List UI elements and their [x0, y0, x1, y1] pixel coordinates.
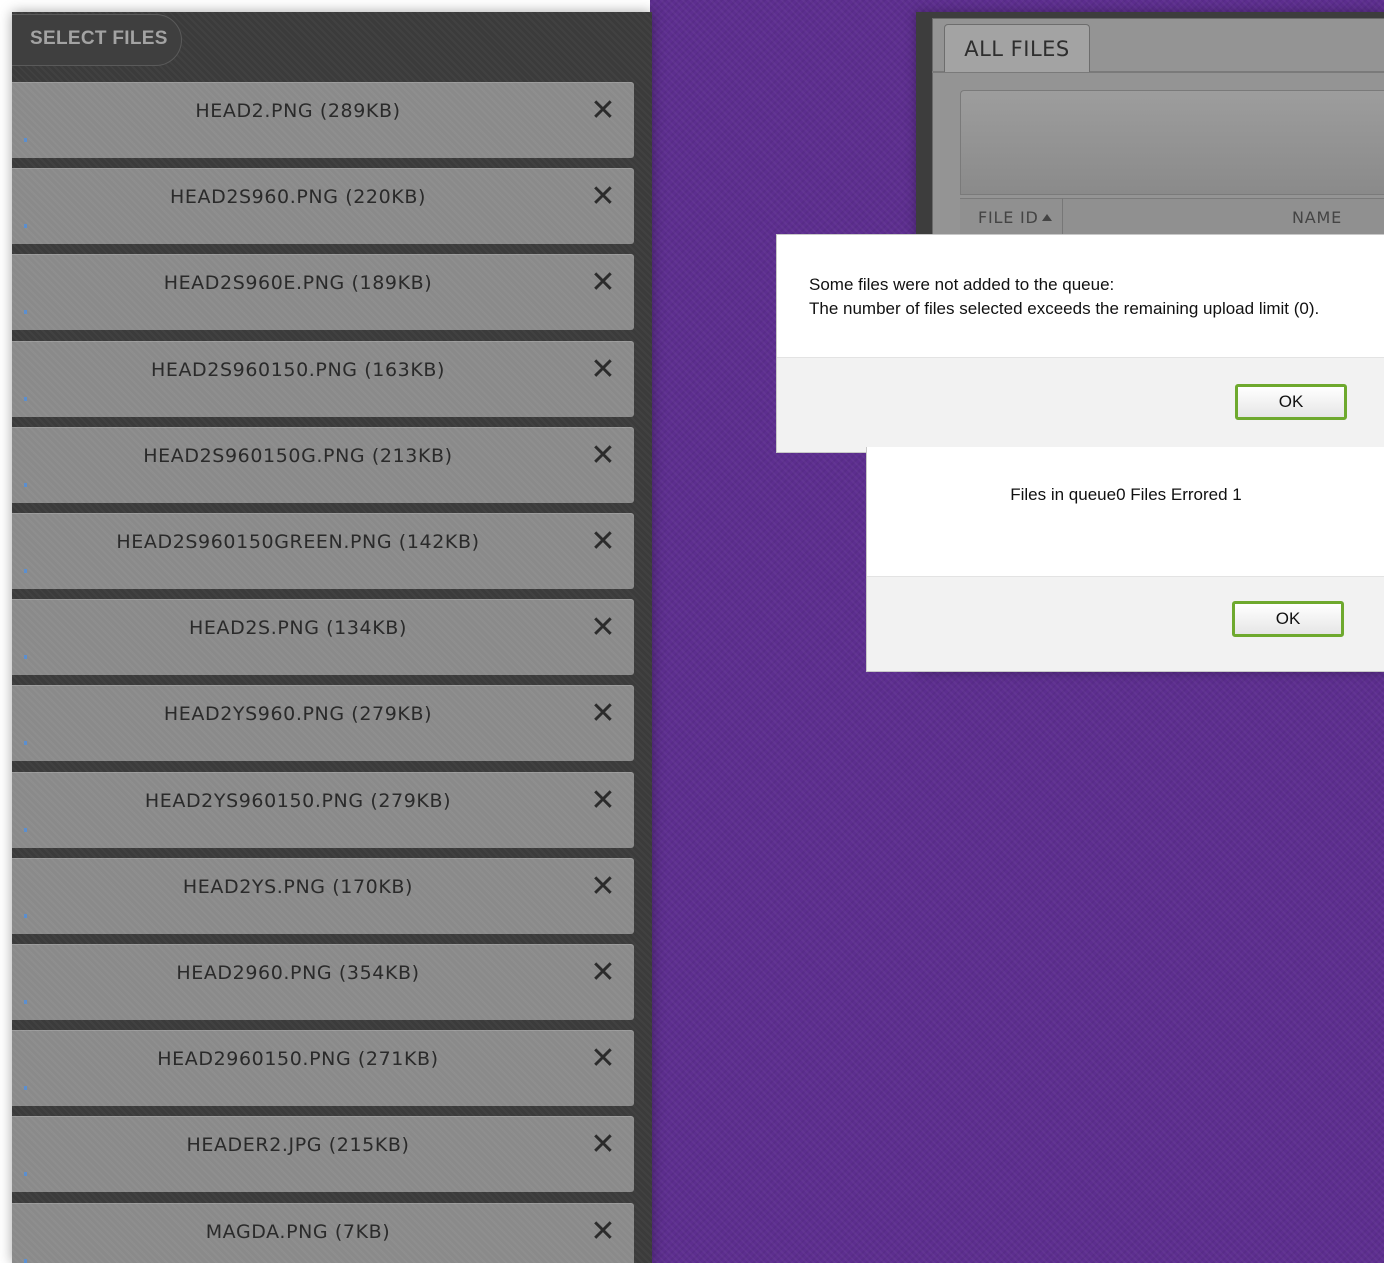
queue-summary-dialog: Files in queue0 Files Errored 1 OK: [866, 447, 1384, 672]
file-row: HEAD2S960E.PNG (189KB) ✕: [12, 254, 634, 330]
file-row: MAGDA.PNG (7KB) ✕: [12, 1203, 634, 1263]
grid-toolbar: [960, 90, 1384, 195]
file-name: HEAD2YS960150.PNG (279KB): [144, 790, 452, 812]
file-row: HEAD2YS960150.PNG (279KB) ✕: [12, 772, 634, 848]
file-name: HEAD2960.PNG (354KB): [176, 962, 420, 984]
file-row: HEAD2S960150GREEN.PNG (142KB) ✕: [12, 513, 634, 589]
file-progress-bar: [24, 1172, 27, 1176]
remove-file-icon[interactable]: ✕: [588, 1130, 618, 1160]
remove-file-icon[interactable]: ✕: [588, 355, 618, 385]
file-progress-bar: [24, 397, 27, 401]
file-name: HEAD2YS960.PNG (279KB): [163, 703, 433, 725]
file-name: HEAD2S960150G.PNG (213KB): [143, 445, 453, 467]
column-header-name[interactable]: NAME: [1292, 208, 1342, 227]
file-row: HEAD2S960150.PNG (163KB) ✕: [12, 341, 634, 417]
file-progress-bar: [24, 828, 27, 832]
remove-file-icon[interactable]: ✕: [588, 441, 618, 471]
file-progress-bar: [24, 138, 27, 142]
file-name: HEAD2S960.PNG (220KB): [170, 186, 426, 208]
dialog-message-line-1: Some files were not added to the queue:: [809, 275, 1115, 294]
remove-file-icon[interactable]: ✕: [588, 699, 618, 729]
file-row: HEAD2S960150G.PNG (213KB) ✕: [12, 427, 634, 503]
file-row: HEAD2.PNG (289KB) ✕: [12, 82, 634, 158]
dialog-message-line-2: The number of files selected exceeds the…: [809, 299, 1320, 318]
select-files-label: SELECT FILES: [30, 28, 168, 49]
file-row: HEAD2S.PNG (134KB) ✕: [12, 599, 634, 675]
remove-file-icon[interactable]: ✕: [588, 872, 618, 902]
column-header-file-id[interactable]: FILE ID: [978, 208, 1039, 227]
remove-file-icon[interactable]: ✕: [588, 1044, 618, 1074]
file-row: HEAD2960.PNG (354KB) ✕: [12, 944, 634, 1020]
file-progress-bar: [24, 310, 27, 314]
screenshot-stage: SELECT FILES HEAD2.PNG (289KB) ✕ HEAD2S960…: [0, 0, 1384, 1263]
file-row: HEAD2960150.PNG (271KB) ✕: [12, 1030, 634, 1106]
file-name: HEAD2S960150GREEN.PNG (142KB): [116, 531, 480, 553]
file-progress-bar: [24, 741, 27, 745]
file-progress-bar: [24, 483, 27, 487]
tab-all-files[interactable]: ALL FILES: [944, 24, 1090, 72]
column-divider[interactable]: [1062, 198, 1063, 234]
remove-file-icon[interactable]: ✕: [588, 1217, 618, 1247]
file-progress-bar: [24, 914, 27, 918]
remove-file-icon[interactable]: ✕: [588, 613, 618, 643]
remove-file-icon[interactable]: ✕: [588, 527, 618, 557]
ok-button[interactable]: OK: [1235, 384, 1347, 420]
file-name: HEAD2960150.PNG (271KB): [157, 1048, 439, 1070]
ok-button[interactable]: OK: [1232, 601, 1344, 637]
file-progress-bar: [24, 655, 27, 659]
file-progress-bar: [24, 224, 27, 228]
file-name: HEAD2S960E.PNG (189KB): [163, 272, 433, 294]
file-name: HEAD2YS.PNG (170KB): [182, 876, 414, 898]
file-name: HEAD2.PNG (289KB): [195, 100, 401, 122]
file-progress-bar: [24, 1086, 27, 1090]
file-row: HEAD2YS.PNG (170KB) ✕: [12, 858, 634, 934]
remove-file-icon[interactable]: ✕: [588, 268, 618, 298]
remove-file-icon[interactable]: ✕: [588, 958, 618, 988]
dialog-message: Files in queue0 Files Errored 1: [1010, 485, 1242, 504]
file-row: HEADER2.JPG (215KB) ✕: [12, 1116, 634, 1192]
file-name: HEAD2S.PNG (134KB): [189, 617, 407, 639]
file-name: HEADER2.JPG (215KB): [186, 1134, 410, 1156]
file-progress-bar: [24, 1259, 27, 1263]
remove-file-icon[interactable]: ✕: [588, 96, 618, 126]
file-progress-bar: [24, 1000, 27, 1004]
file-name: HEAD2S960150.PNG (163KB): [150, 359, 446, 381]
sort-ascending-icon: [1042, 214, 1052, 221]
file-progress-bar: [24, 569, 27, 573]
file-row: HEAD2S960.PNG (220KB) ✕: [12, 168, 634, 244]
remove-file-icon[interactable]: ✕: [588, 786, 618, 816]
queue-error-dialog: Some files were not added to the queue: …: [776, 234, 1384, 453]
file-name: MAGDA.PNG (7KB): [205, 1221, 391, 1243]
file-row: HEAD2YS960.PNG (279KB) ✕: [12, 685, 634, 761]
remove-file-icon[interactable]: ✕: [588, 182, 618, 212]
